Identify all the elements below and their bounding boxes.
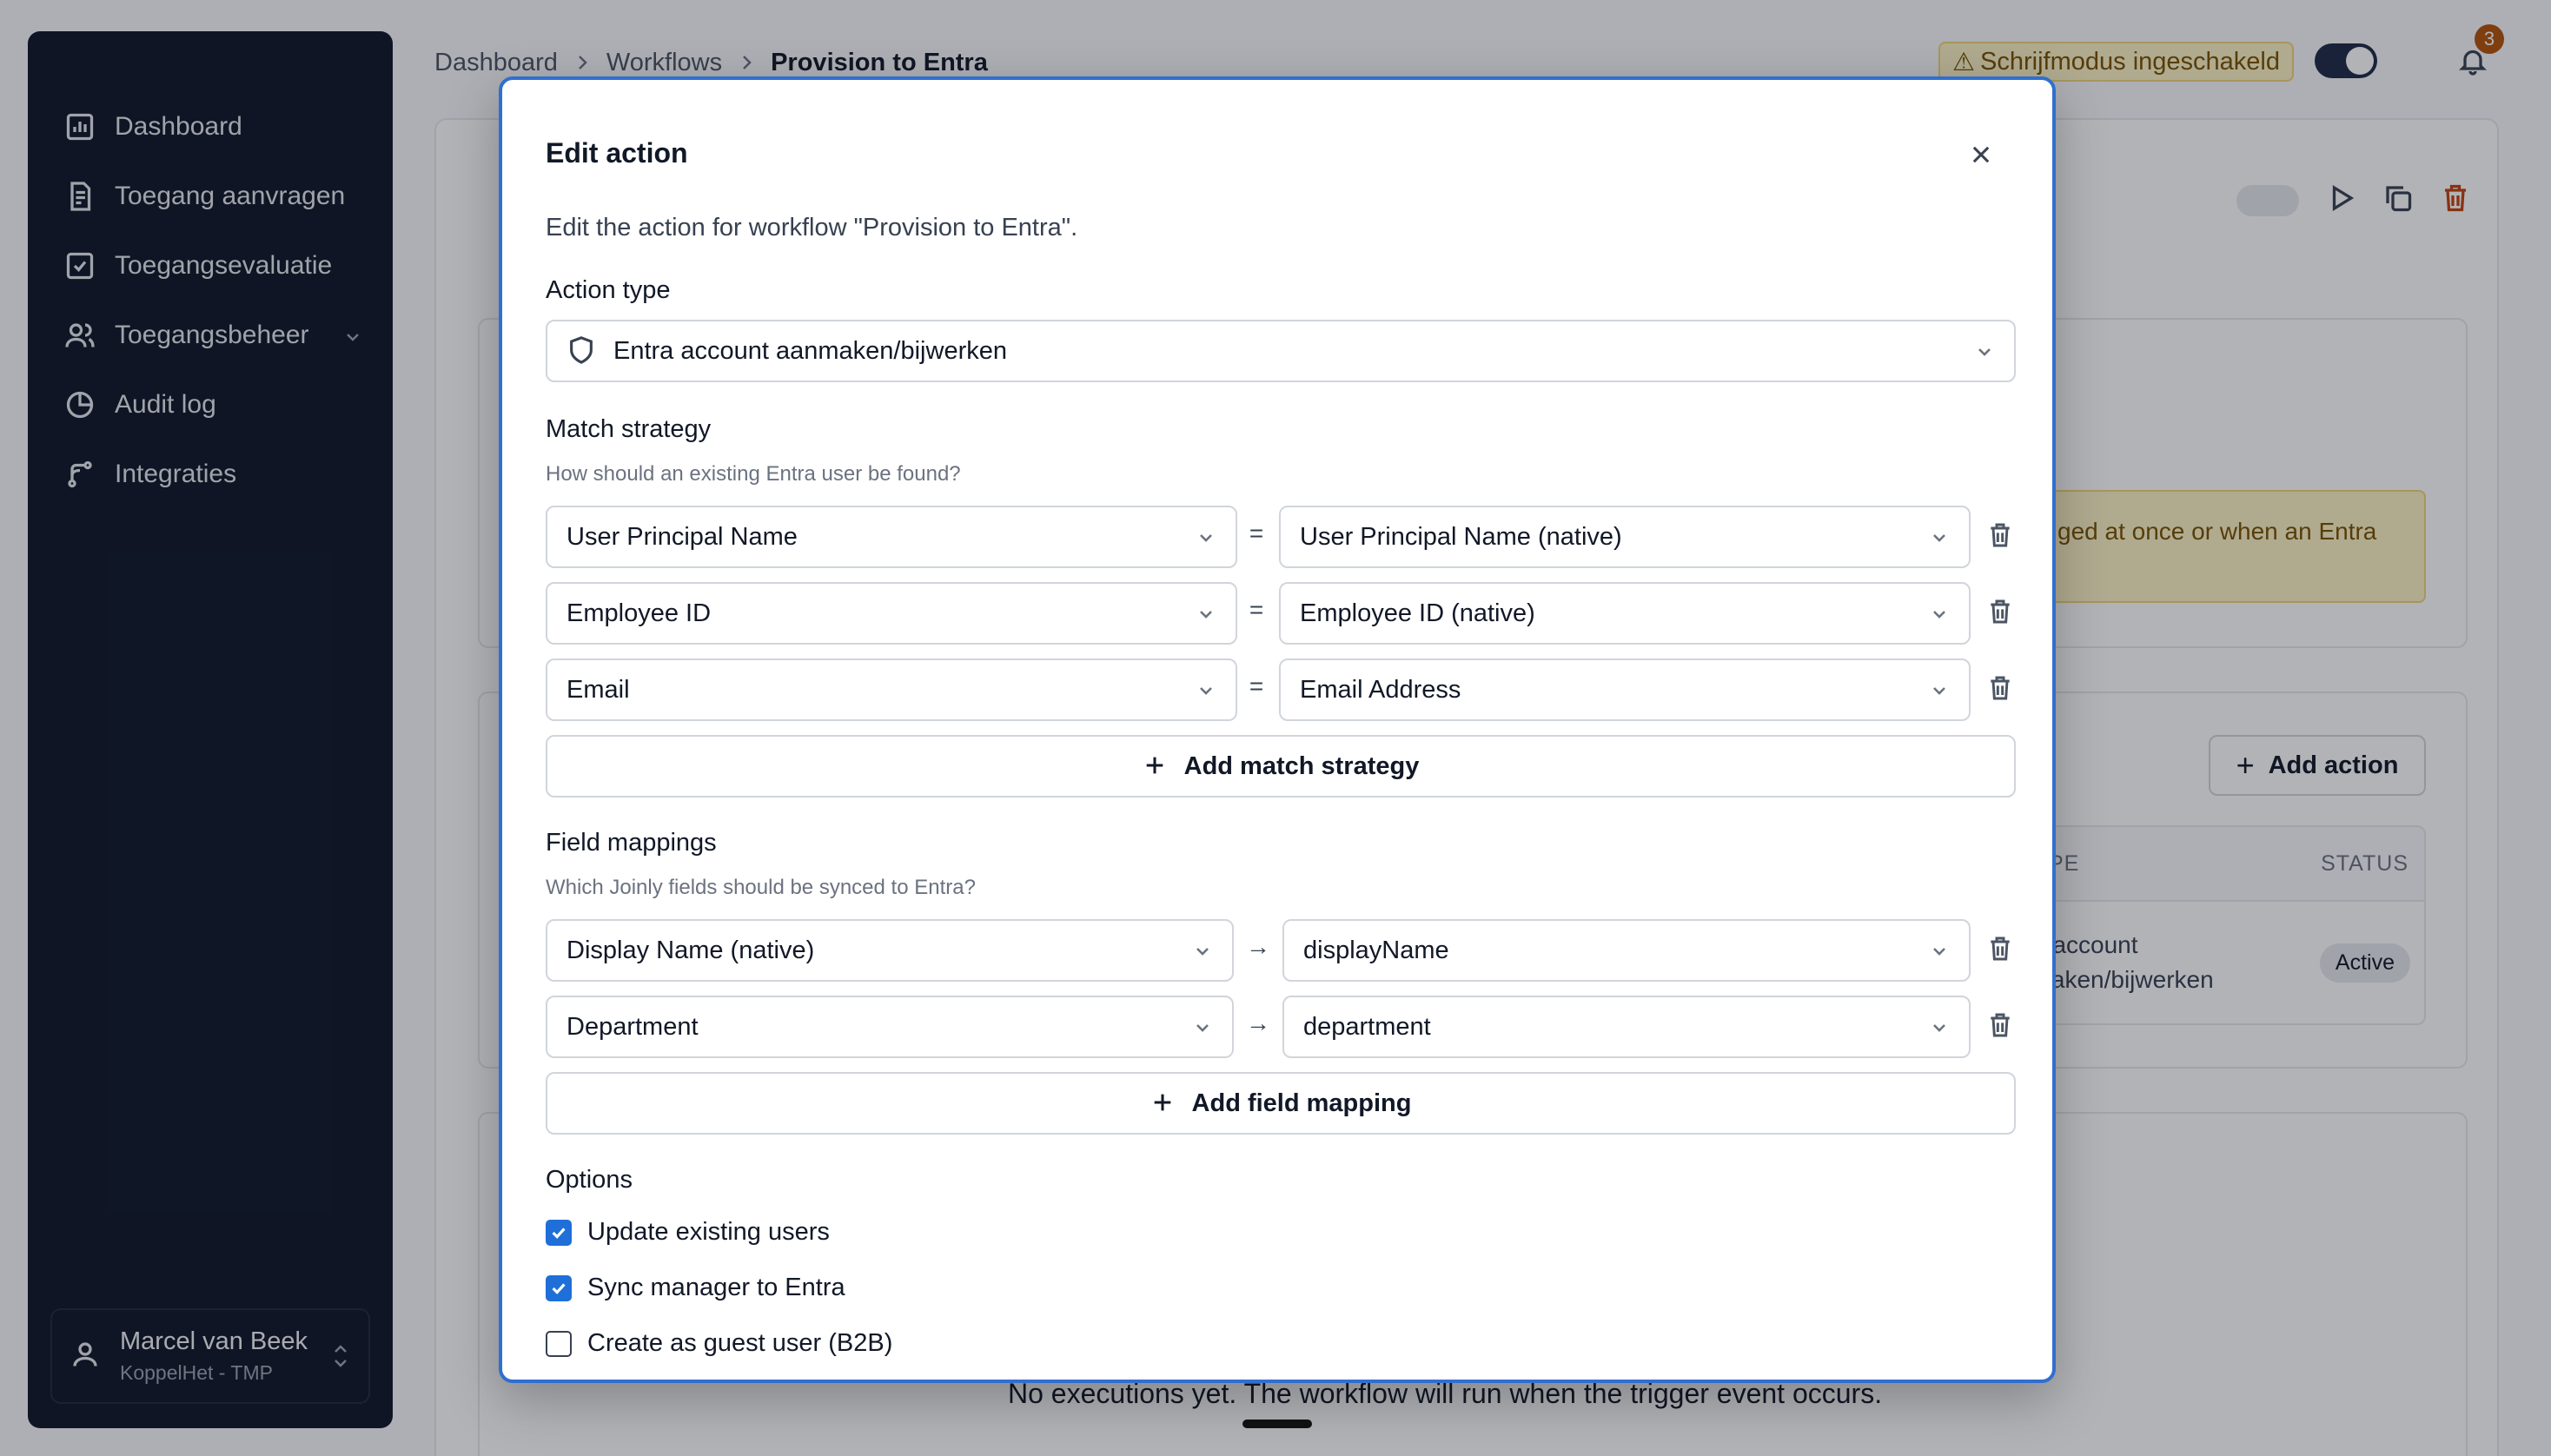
check-icon [552,1282,566,1294]
match-left-select[interactable]: Email [546,659,1237,721]
match-left-value: Employee ID [567,599,712,627]
add-field-mapping-label: Add field mapping [1191,1089,1412,1117]
arrow-right-icon: → [1246,1009,1270,1036]
action-type-value: Entra account aanmaken/bijwerken [613,336,1007,365]
add-match-strategy-label: Add match strategy [1183,751,1420,780]
match-right-select[interactable]: Email Address [1279,659,1971,721]
update-existing-checkbox[interactable] [546,1219,572,1246]
equals-operator: = [1249,520,1264,546]
match-right-value: Email Address [1300,675,1461,704]
match-right-select[interactable]: Employee ID (native) [1279,582,1971,645]
chevron-down-icon [1196,679,1216,700]
action-type-label: Action type [546,276,671,304]
close-button[interactable] [1965,139,1997,170]
trash-icon [1991,599,2010,624]
action-type-select[interactable]: Entra account aanmaken/bijwerken [546,320,2016,382]
delete-mapping-button[interactable] [1986,1011,2018,1042]
delete-match-button[interactable] [1986,521,2018,553]
dialog-description: Edit the action for workflow "Provision … [546,214,1078,242]
chevron-down-icon [1974,341,1995,361]
chevron-down-icon [1929,526,1950,547]
chevron-down-icon [1196,603,1216,624]
mapping-target-value: department [1303,1012,1431,1041]
sync-manager-checkbox[interactable] [546,1274,572,1301]
edit-action-dialog: Edit action Edit the action for workflow… [499,76,2056,1383]
dialog-title: Edit action [546,137,688,169]
scroll-handle[interactable] [1242,1420,1312,1428]
mapping-source-select[interactable]: Display Name (native) [546,919,1234,982]
mapping-target-select[interactable]: department [1282,996,1971,1058]
trash-icon [1991,523,2010,547]
arrow-right-icon: → [1246,933,1270,960]
equals-operator: = [1249,672,1264,699]
mapping-source-value: Department [567,1012,699,1041]
mapping-source-select[interactable]: Department [546,996,1234,1058]
add-field-mapping-button[interactable]: Add field mapping [546,1072,2016,1135]
guest-user-checkbox[interactable] [546,1330,572,1357]
match-left-select[interactable]: Employee ID [546,582,1237,645]
match-strategy-help: How should an existing Entra user be fou… [546,462,961,486]
match-left-value: User Principal Name [567,522,798,551]
equals-operator: = [1249,596,1264,623]
match-left-value: Email [567,675,630,704]
field-mappings-help: Which Joinly fields should be synced to … [546,876,976,899]
option-sync-manager: Sync manager to Entra [546,1274,845,1302]
match-right-value: Employee ID (native) [1300,599,1535,627]
delete-match-button[interactable] [1986,598,2018,629]
delete-match-button[interactable] [1986,674,2018,705]
plus-icon [1143,753,1169,779]
shield-icon [567,335,598,367]
close-icon [1972,146,1990,163]
match-right-select[interactable]: User Principal Name (native) [1279,506,1971,568]
trash-icon [1991,1013,2010,1037]
delete-mapping-button[interactable] [1986,935,2018,966]
add-match-strategy-button[interactable]: Add match strategy [546,735,2016,797]
plus-icon [1150,1090,1176,1116]
chevron-down-icon [1196,526,1216,547]
option-label: Update existing users [587,1218,830,1246]
mapping-target-select[interactable]: displayName [1282,919,1971,982]
options-label: Options [546,1166,633,1194]
trash-icon [1991,676,2010,700]
field-mappings-label: Field mappings [546,829,717,857]
match-strategy-label: Match strategy [546,415,712,443]
chevron-down-icon [1929,679,1950,700]
option-label: Sync manager to Entra [587,1274,845,1301]
chevron-down-icon [1929,1016,1950,1037]
chevron-down-icon [1929,940,1950,961]
mapping-source-value: Display Name (native) [567,936,815,964]
chevron-down-icon [1192,1016,1213,1037]
option-update-existing-users: Update existing users [546,1218,830,1247]
mapping-target-value: displayName [1303,936,1449,964]
option-create-guest-user: Create as guest user (B2B) [546,1329,892,1358]
match-left-select[interactable]: User Principal Name [546,506,1237,568]
chevron-down-icon [1192,940,1213,961]
chevron-down-icon [1929,603,1950,624]
check-icon [552,1227,566,1239]
match-right-value: User Principal Name (native) [1300,522,1622,551]
option-label: Create as guest user (B2B) [587,1329,893,1357]
trash-icon [1991,936,2010,961]
